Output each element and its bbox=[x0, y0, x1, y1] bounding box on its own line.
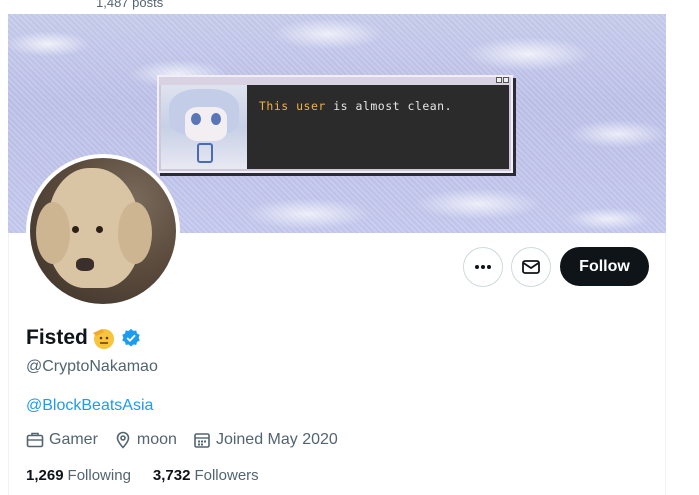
follow-button[interactable]: Follow bbox=[560, 247, 649, 286]
banner-terminal-text: This user is almost clean. bbox=[247, 85, 509, 169]
saluting-face-emoji-icon bbox=[92, 329, 114, 349]
bio-mention-link[interactable]: @BlockBeatsAsia bbox=[26, 397, 153, 415]
profile-name-row: Fisted bbox=[26, 326, 141, 350]
joined-label: Joined May 2020 bbox=[215, 431, 338, 448]
verified-badge-icon[interactable] bbox=[121, 328, 141, 348]
envelope-icon bbox=[522, 260, 540, 274]
top-strip: 1,487 posts bbox=[8, 0, 666, 14]
banner-retro-window: This user is almost clean. bbox=[157, 75, 513, 173]
followers-label: Followers bbox=[194, 467, 259, 484]
calendar-icon bbox=[194, 433, 210, 448]
retro-close-icon bbox=[503, 77, 509, 83]
more-button[interactable] bbox=[463, 247, 503, 287]
avatar[interactable] bbox=[26, 154, 180, 308]
followers-link[interactable]: 3,732 Followers bbox=[153, 467, 259, 484]
location-item: moon bbox=[114, 431, 177, 449]
location-pin-icon bbox=[116, 431, 130, 449]
retro-minimize-icon bbox=[496, 77, 502, 83]
location-label: moon bbox=[136, 431, 177, 448]
following-link[interactable]: 1,269 Following bbox=[26, 467, 131, 484]
category-item: Gamer bbox=[26, 431, 98, 449]
user-handle: @CryptoNakamao bbox=[26, 358, 158, 375]
category-label: Gamer bbox=[49, 431, 98, 448]
message-button[interactable] bbox=[511, 247, 551, 287]
post-count: 1,487 posts bbox=[96, 0, 164, 10]
terminal-highlight: This user bbox=[259, 99, 326, 113]
more-horizontal-icon bbox=[475, 265, 491, 269]
profile-meta: Gamer moon Joined May 2020 bbox=[26, 431, 354, 449]
following-count: 1,269 bbox=[26, 467, 64, 484]
briefcase-icon bbox=[26, 432, 44, 448]
display-name: Fisted bbox=[26, 326, 88, 349]
follow-stats: 1,269 Following 3,732 Followers bbox=[26, 467, 281, 484]
joined-item: Joined May 2020 bbox=[193, 431, 338, 449]
terminal-rest: is almost clean. bbox=[325, 99, 453, 113]
followers-count: 3,732 bbox=[152, 467, 191, 484]
anime-character-image bbox=[161, 85, 247, 169]
retro-titlebar bbox=[159, 77, 511, 85]
following-label: Following bbox=[67, 467, 131, 484]
